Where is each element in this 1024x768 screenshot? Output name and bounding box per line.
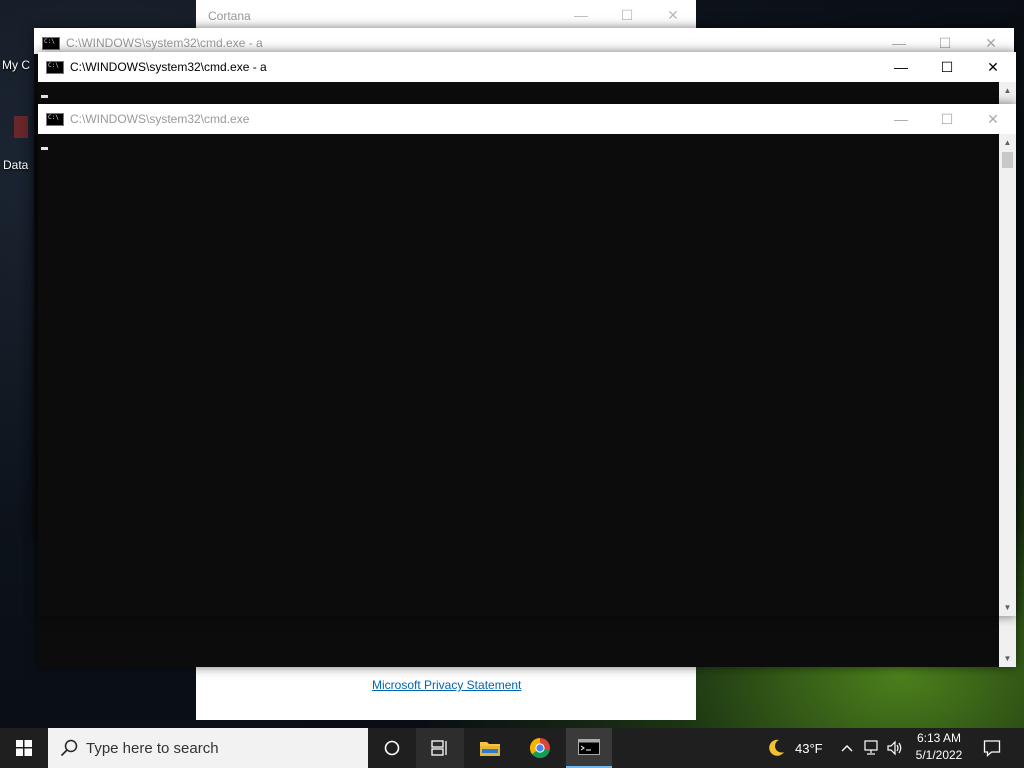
weather-button[interactable] — [760, 728, 792, 768]
weather-temp[interactable]: 43°F — [795, 741, 823, 756]
file-explorer-icon — [480, 742, 500, 756]
cmd-window-front[interactable]: C:\WINDOWS\system32\cmd.exe — ☐ ✕ ▲ ▼ — [38, 104, 1016, 616]
taskbar-search-box[interactable]: Type here to search — [48, 728, 368, 768]
clock-date: 5/1/2022 — [915, 748, 963, 762]
moon-icon — [769, 739, 784, 756]
search-placeholder: Type here to search — [86, 739, 219, 757]
clock[interactable]: 6:13 AM 5/1/2022 — [912, 730, 966, 764]
scroll-down-arrow-icon[interactable]: ▼ — [999, 650, 1016, 667]
text-cursor — [41, 95, 48, 98]
console-area[interactable] — [38, 134, 999, 616]
cmd-icon — [578, 739, 600, 755]
file-explorer-button[interactable] — [466, 728, 514, 768]
task-view-icon — [431, 740, 447, 756]
desktop-icon-this-pc[interactable]: My C — [2, 58, 30, 72]
cmd-icon — [46, 112, 64, 126]
cortana-minimize-button[interactable]: — — [558, 0, 604, 30]
network-button[interactable] — [860, 728, 882, 768]
show-hidden-icons-button[interactable] — [838, 728, 856, 768]
cortana-circle-icon — [384, 740, 400, 756]
cmd-icon — [46, 60, 64, 74]
notification-center-button[interactable] — [974, 728, 1010, 768]
cmd-taskbar-button[interactable] — [566, 728, 612, 768]
desktop-icon-label: My C — [2, 58, 30, 72]
windows-logo-icon — [16, 740, 32, 756]
cmd-window-front-titlebar[interactable]: C:\WINDOWS\system32\cmd.exe — ☐ ✕ — [38, 104, 1016, 134]
desktop-icon-label: Data — [3, 158, 29, 172]
window-title: C:\WINDOWS\system32\cmd.exe - a — [70, 60, 267, 74]
notification-icon — [983, 740, 1001, 757]
vertical-scrollbar[interactable]: ▲ ▼ — [999, 134, 1016, 616]
cortana-maximize-button[interactable]: ☐ — [604, 0, 650, 30]
minimize-button[interactable]: — — [878, 52, 924, 82]
cortana-button[interactable] — [368, 728, 416, 768]
desktop-icon-data[interactable]: Data — [2, 116, 32, 172]
network-icon — [864, 740, 878, 755]
maximize-button[interactable]: ☐ — [924, 104, 970, 134]
minimize-button[interactable]: — — [878, 104, 924, 134]
clock-time: 6:13 AM — [916, 731, 962, 745]
scroll-up-arrow-icon[interactable]: ▲ — [999, 134, 1016, 151]
text-cursor — [41, 147, 48, 150]
maximize-button[interactable]: ☐ — [924, 52, 970, 82]
cortana-title: Cortana — [208, 9, 251, 23]
close-button[interactable]: ✕ — [970, 104, 1016, 134]
search-icon — [60, 739, 78, 757]
data-file-icon — [14, 116, 28, 138]
window-title: C:\WINDOWS\system32\cmd.exe - a — [66, 36, 263, 50]
chrome-button[interactable] — [516, 728, 564, 768]
task-view-button[interactable] — [416, 728, 464, 768]
volume-button[interactable] — [884, 728, 906, 768]
cmd-window-middle-titlebar[interactable]: C:\WINDOWS\system32\cmd.exe - a — ☐ ✕ — [38, 52, 1016, 82]
window-title: C:\WINDOWS\system32\cmd.exe — [70, 112, 250, 126]
scroll-up-arrow-icon[interactable]: ▲ — [999, 82, 1016, 99]
privacy-statement-link[interactable]: Microsoft Privacy Statement — [372, 678, 521, 692]
volume-icon — [887, 740, 902, 756]
chrome-icon — [529, 737, 550, 759]
start-button[interactable] — [0, 728, 48, 768]
chevron-up-icon — [841, 745, 853, 752]
close-button[interactable]: ✕ — [970, 52, 1016, 82]
cmd-icon — [42, 36, 60, 50]
cortana-close-button[interactable]: ✕ — [650, 0, 696, 30]
scrollbar-thumb[interactable] — [1002, 152, 1013, 168]
scroll-down-arrow-icon[interactable]: ▼ — [999, 599, 1016, 616]
